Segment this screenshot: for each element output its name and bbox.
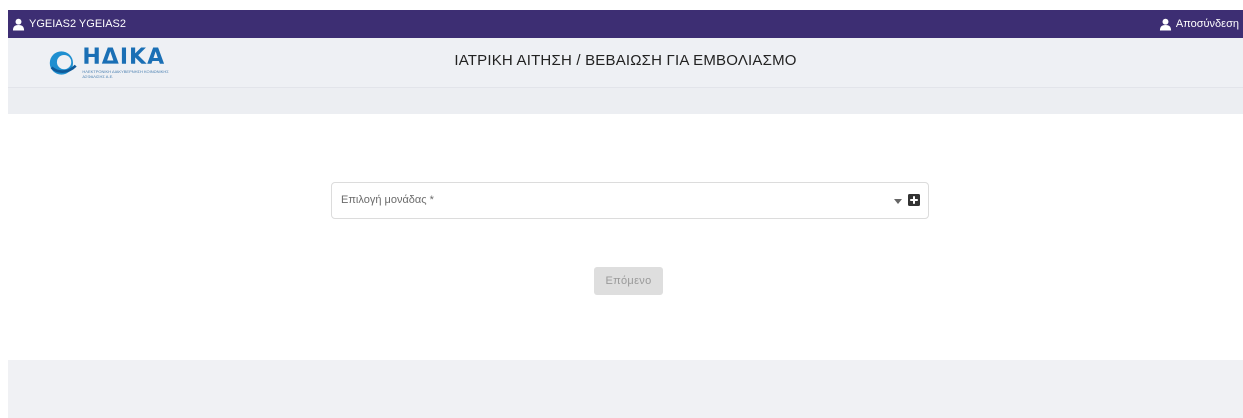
user-name: YGEIAS2 YGEIAS2 (29, 18, 127, 30)
page-header: ΗΔΙΚΑ ΗΛΕΚΤΡΟΝΙΚΗ ΔΙΑΚΥΒΕΡΝΗΣΗ ΚΟΙΝΩΝΙΚΗ… (8, 38, 1243, 88)
logo-subtext: ΗΛΕΚΤΡΟΝΙΚΗ ΔΙΑΚΥΒΕΡΝΗΣΗ ΚΟΙΝΩΝΙΚΗΣ ΑΣΦΑ… (82, 69, 169, 79)
caret-down-icon[interactable] (892, 195, 904, 207)
logout-link[interactable]: Αποσύνδεση (1159, 10, 1239, 38)
plus-square-icon[interactable] (908, 194, 920, 206)
logout-label: Αποσύνδεση (1175, 18, 1239, 30)
app-frame: YGEIAS2 YGEIAS2 Αποσύνδεση ΗΔΙΚΑ ΗΛΕΚΤΡΟ… (8, 10, 1243, 418)
next-button[interactable]: Επόμενο (594, 267, 663, 295)
unit-select[interactable]: Επιλογή μονάδας * (331, 182, 929, 219)
unit-select-label: Επιλογή μονάδας * (341, 194, 434, 206)
user-icon (1159, 18, 1171, 31)
top-bar: YGEIAS2 YGEIAS2 Αποσύνδεση (8, 10, 1243, 38)
header-band (8, 88, 1243, 114)
form-card: Επιλογή μονάδας * Επόμενο (8, 114, 1243, 360)
current-user: YGEIAS2 YGEIAS2 (12, 10, 126, 38)
page-title: ΙΑΤΡΙΚΗ ΑΙΤΗΣΗ / ΒΕΒΑΙΩΣΗ ΓΙΑ ΕΜΒΟΛΙΑΣΜΟ (454, 52, 797, 69)
user-icon (12, 18, 25, 31)
